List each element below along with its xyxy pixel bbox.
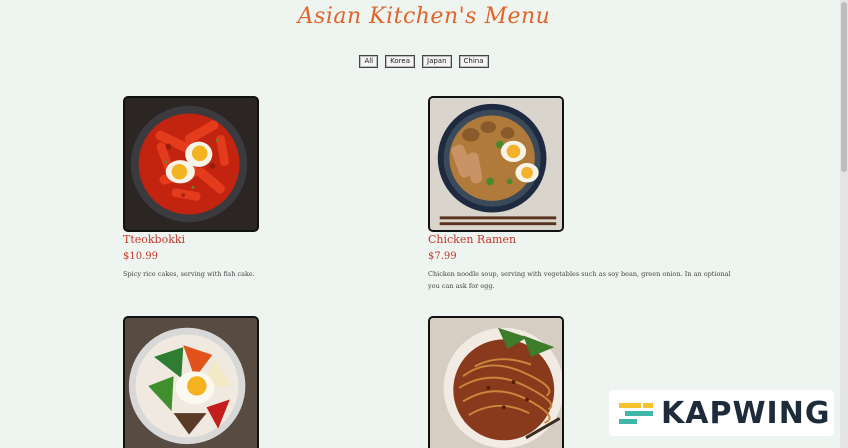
filter-all-button[interactable]: All [359,55,379,68]
item-description: Chicken noodle soup, serving with vegeta… [428,270,731,290]
filter-japan-button[interactable]: Japan [422,55,452,68]
kapwing-watermark: KAPWING [609,390,834,436]
noodles-photo [428,316,564,448]
page: Asian Kitchen's Menu All Korea Japan Chi… [0,0,848,448]
vertical-scrollbar[interactable] [840,0,848,448]
filter-bar: All Korea Japan China [0,55,848,68]
scrollbar-thumb[interactable] [841,2,847,172]
filter-china-button[interactable]: China [458,55,489,68]
page-title: Asian Kitchen's Menu [297,4,551,29]
menu-item [123,316,433,448]
item-description: Spicy rice cakes, serving with fish cake… [123,270,255,278]
item-name: Chicken Ramen [428,233,517,246]
kapwing-wordmark: KAPWING [661,395,831,431]
item-price: $7.99 [428,251,457,262]
menu-item: Chicken Ramen $7.99 Chicken noodle soup,… [428,96,738,292]
kapwing-logo-icon [619,403,653,424]
tteokbokki-photo [123,96,259,232]
bibimbap-photo [123,316,259,448]
menu-item: Tteokbokki $10.99 Spicy rice cakes, serv… [123,96,433,280]
item-price: $10.99 [123,251,158,262]
item-name: Tteokbokki [123,233,186,246]
filter-korea-button[interactable]: Korea [385,55,415,68]
chicken-ramen-photo [428,96,564,232]
